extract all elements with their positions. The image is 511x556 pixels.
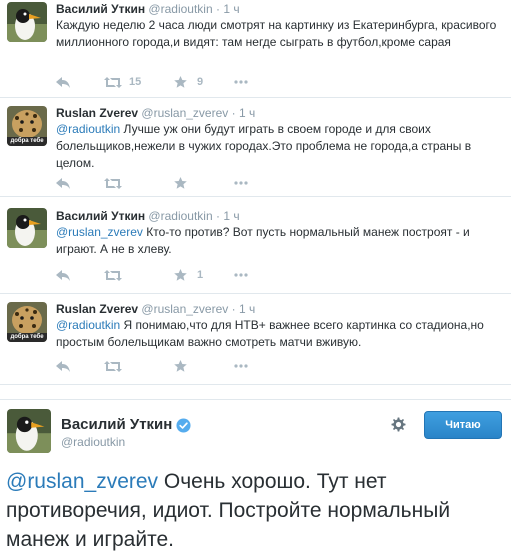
star-icon	[174, 177, 187, 189]
favorite-button[interactable]	[174, 177, 234, 189]
main-author-name[interactable]: Василий Уткин	[61, 416, 172, 434]
avatar-zverev[interactable]: добра тебе	[7, 106, 47, 146]
separator-dot: ·	[215, 2, 220, 16]
divider	[0, 384, 511, 385]
more-icon	[234, 273, 248, 277]
more-icon	[234, 181, 248, 185]
tweet-text-body: Каждую неделю 2 часа люди смотрят на кар…	[56, 18, 497, 49]
more-button[interactable]	[234, 273, 248, 277]
tweet-text: @radioutkin Я понимаю,что для НТВ+ важне…	[56, 317, 503, 351]
more-button[interactable]	[234, 181, 248, 185]
favorite-count: 9	[197, 76, 204, 88]
main-author-handle[interactable]: @radioutkin	[61, 435, 125, 449]
more-icon	[234, 80, 248, 84]
reply-icon	[56, 269, 70, 281]
main-author-name-row[interactable]: Василий Уткин	[61, 416, 191, 434]
retweet-icon	[104, 177, 122, 189]
author-name[interactable]: Ruslan Zverev	[56, 106, 138, 120]
author-handle[interactable]: @radioutkin	[148, 209, 212, 223]
tweet-4[interactable]: добра тебе Ruslan Zverev @ruslan_zverev …	[0, 294, 511, 384]
star-icon	[174, 269, 187, 281]
mention-link[interactable]: @ruslan_zverev	[56, 225, 143, 239]
more-icon	[234, 364, 248, 368]
author-handle[interactable]: @ruslan_zverev	[141, 302, 228, 316]
following-button[interactable]: Читаю	[424, 411, 502, 439]
tweet-1[interactable]: Василий Уткин @radioutkin · 1 ч Каждую н…	[0, 0, 511, 97]
favorite-button[interactable]	[174, 360, 234, 372]
avatar-utkin[interactable]	[7, 208, 47, 248]
author-name[interactable]: Василий Уткин	[56, 209, 145, 223]
mention-link[interactable]: @radioutkin	[56, 122, 120, 136]
tweet-text-body: Я понимаю,что для НТВ+ важнее всего карт…	[56, 318, 484, 349]
avatar-caption: добра тебе	[10, 334, 44, 340]
retweet-icon	[104, 269, 122, 281]
timestamp[interactable]: 1 ч	[239, 302, 255, 316]
retweet-icon	[104, 76, 122, 88]
retweet-button[interactable]: 15	[104, 76, 174, 88]
avatar-bird-image	[7, 208, 47, 248]
tweet-3[interactable]: Василий Уткин @radioutkin · 1 ч @ruslan_…	[0, 197, 511, 294]
tweet-text: Каждую неделю 2 часа люди смотрят на кар…	[56, 17, 503, 51]
main-tweet[interactable]: Василий Уткин @radioutkin Читаю @ruslan_…	[0, 400, 511, 556]
more-button[interactable]	[234, 80, 248, 84]
reply-icon	[56, 177, 70, 189]
author-name[interactable]: Василий Уткин	[56, 2, 145, 16]
reply-button[interactable]	[56, 269, 104, 281]
retweet-count: 15	[129, 76, 142, 88]
tweet-text: @ruslan_zverev Кто-то против? Вот пусть …	[56, 224, 503, 258]
author-name[interactable]: Ruslan Zverev	[56, 302, 138, 316]
star-icon	[174, 360, 187, 372]
reply-button[interactable]	[56, 360, 104, 372]
favorite-count: 1	[197, 269, 204, 281]
reply-button[interactable]	[56, 76, 104, 88]
timestamp[interactable]: 1 ч	[223, 2, 239, 16]
author-handle[interactable]: @ruslan_zverev	[141, 106, 228, 120]
retweet-button[interactable]	[104, 360, 174, 372]
timestamp[interactable]: 1 ч	[223, 209, 239, 223]
mention-link[interactable]: @radioutkin	[56, 318, 120, 332]
separator-dot: ·	[231, 106, 236, 120]
author-handle[interactable]: @radioutkin	[148, 2, 212, 16]
mention-link[interactable]: @ruslan_zverev	[6, 470, 158, 493]
avatar-bird-image	[7, 409, 51, 453]
timestamp[interactable]: 1 ч	[239, 106, 255, 120]
separator-dot: ·	[215, 209, 220, 223]
favorite-button[interactable]: 9	[174, 76, 234, 88]
reply-icon	[56, 360, 70, 372]
avatar-utkin[interactable]	[7, 2, 47, 42]
avatar-utkin[interactable]	[7, 409, 51, 453]
main-tweet-text: @ruslan_zverev Очень хорошо. Тут нет про…	[6, 467, 506, 554]
verified-icon	[176, 417, 191, 433]
tweet-2[interactable]: добра тебе Ruslan Zverev @ruslan_zverev …	[0, 98, 511, 196]
tweet-text: @radioutkin Лучше уж они будут играть в …	[56, 121, 503, 172]
avatar-bird-image	[7, 2, 47, 42]
retweet-button[interactable]	[104, 177, 174, 189]
gear-icon[interactable]	[388, 414, 408, 434]
more-button[interactable]	[234, 364, 248, 368]
favorite-button[interactable]: 1	[174, 269, 234, 281]
reply-button[interactable]	[56, 177, 104, 189]
reply-icon	[56, 76, 70, 88]
avatar-zverev[interactable]: добра тебе	[7, 302, 47, 342]
retweet-button[interactable]	[104, 269, 174, 281]
avatar-caption: добра тебе	[10, 138, 44, 144]
separator-dot: ·	[231, 302, 236, 316]
retweet-icon	[104, 360, 122, 372]
star-icon	[174, 76, 187, 88]
